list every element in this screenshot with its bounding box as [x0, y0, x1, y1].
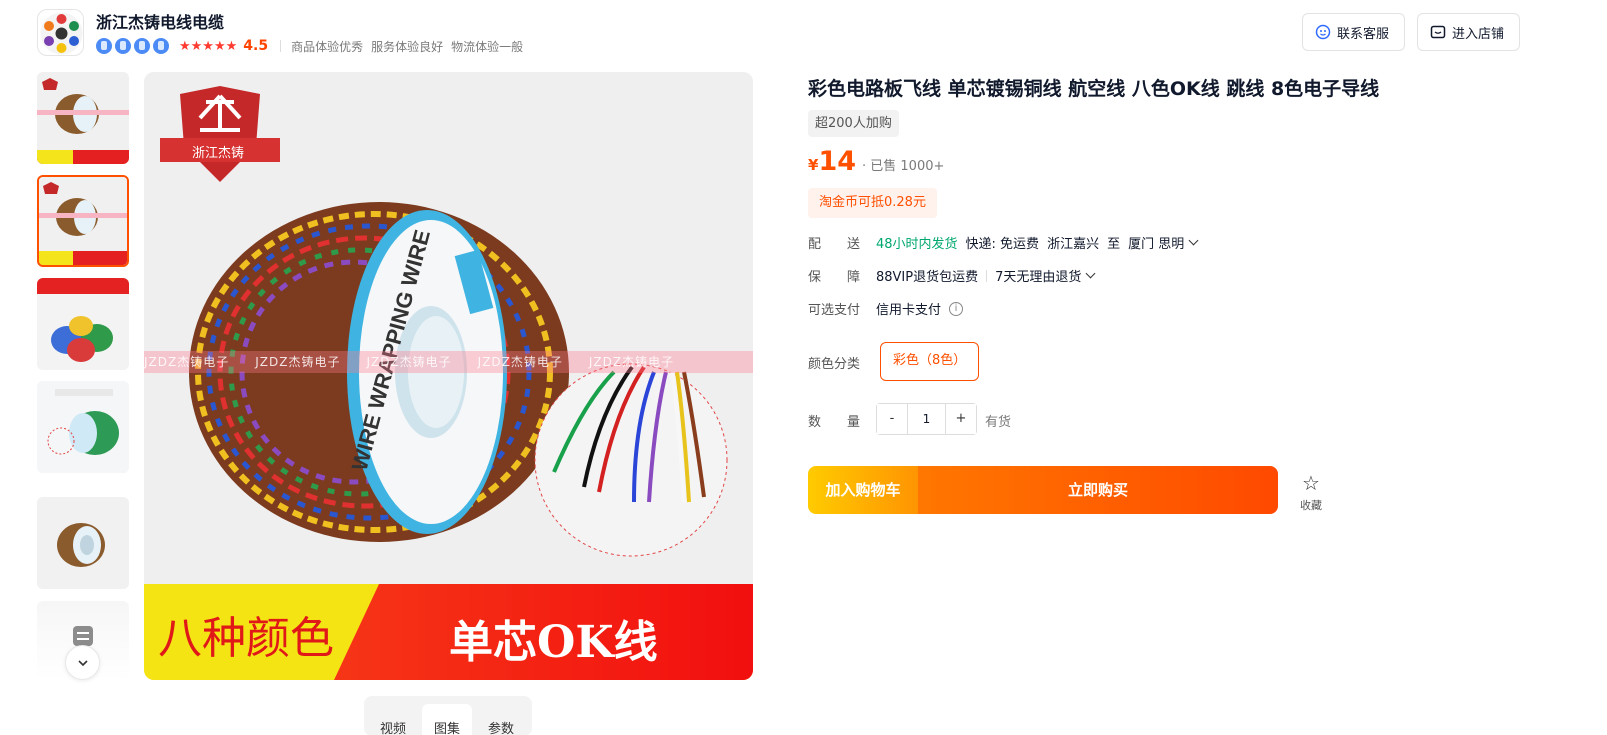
enter-store-label: 进入店铺: [1452, 26, 1505, 42]
buy-now-button[interactable]: 立即购买: [918, 466, 1278, 514]
currency-symbol: ¥: [808, 156, 819, 174]
rating-stars: ★★★★★: [179, 38, 238, 54]
level-badge-icon: [153, 38, 169, 54]
store-icon: [1430, 24, 1446, 40]
payment-row: 可选支付 信用卡支付 i: [808, 299, 964, 318]
info-icon[interactable]: i: [949, 301, 964, 316]
rating-score: 4.5: [243, 38, 269, 54]
stock-status: 有货: [985, 415, 1012, 430]
watermark-band: JZDZ杰铸电子 JZDZ杰铸电子 JZDZ杰铸电子 JZDZ杰铸电子 JZDZ…: [144, 351, 753, 373]
chevron-down-icon: [77, 659, 88, 666]
thumbnail-4[interactable]: [37, 381, 129, 473]
customer-service-icon: [1315, 24, 1331, 40]
delivery-label: 配 送: [808, 237, 861, 252]
filter-icon: [73, 626, 93, 646]
buy-bar: 加入购物车 立即购买: [808, 466, 1278, 514]
banner-right-text: 单芯OK线: [449, 617, 658, 668]
star-icon: ☆: [1302, 471, 1320, 495]
color-label-row: 颜色分类: [808, 353, 876, 372]
price-value: 14: [818, 146, 857, 177]
sold-count: · 已售 1000+: [862, 159, 945, 174]
brand-shield-text: 浙江杰铸: [192, 146, 245, 161]
thumbnail-5[interactable]: [37, 497, 129, 589]
delivery-fee: 快递: 免运费: [965, 237, 1040, 252]
main-product-image[interactable]: WIRE WRAPPING WIRE 浙江杰铸 JZDZ杰铸电子 JZDZ杰铸电…: [144, 72, 753, 680]
banner-left-text: 八种颜色: [158, 613, 334, 664]
thumbnail-scroll-down-button[interactable]: [65, 645, 100, 680]
chevron-down-icon[interactable]: [1188, 235, 1199, 246]
enter-store-button[interactable]: 进入店铺: [1417, 13, 1520, 51]
quantity-minus-button[interactable]: -: [877, 404, 907, 434]
coin-discount-tag: 淘金币可抵0.28元: [808, 188, 937, 218]
add-to-cart-button[interactable]: 加入购物车: [808, 466, 918, 514]
logistics-experience: 物流体验一般: [451, 39, 524, 54]
contact-service-button[interactable]: 联系客服: [1302, 13, 1405, 51]
shop-level-badges: [96, 38, 169, 54]
level-badge-icon: [115, 38, 131, 54]
tab-video[interactable]: 视频: [368, 704, 418, 735]
product-title: 彩色电路板飞线 单芯镀锡铜线 航空线 八色OK线 跳线 8色电子导线: [808, 78, 1380, 100]
color-label: 颜色分类: [808, 357, 861, 372]
delivery-row: 配 送 48小时内发货 快递: 免运费 浙江嘉兴 至 厦门 思明: [808, 233, 1199, 252]
quantity-input[interactable]: 1: [907, 404, 946, 434]
shop-name[interactable]: 浙江杰铸电线电缆: [96, 9, 224, 33]
product-page: 浙江杰铸电线电缆 ★★★★★ 4.5 商品体验优秀 服务体验良好 物流体验一般 …: [0, 0, 1607, 735]
sku-option-color[interactable]: 彩色（8色）: [880, 342, 980, 381]
favorite-label: 收藏: [1300, 499, 1322, 512]
delivery-speed: 48小时内发货: [876, 237, 958, 252]
payment-label: 可选支付: [808, 303, 861, 318]
quantity-stepper: - 1 +: [876, 403, 977, 435]
quantity-plus-button[interactable]: +: [946, 404, 976, 434]
divider: [280, 40, 282, 52]
guarantee-item-2[interactable]: 7天无理由退货: [995, 266, 1081, 285]
thumbnail-2[interactable]: [37, 175, 129, 267]
delivery-destination[interactable]: 厦门 思明: [1128, 233, 1184, 252]
contact-service-label: 联系客服: [1337, 26, 1390, 42]
quantity-label: 数 量: [808, 415, 861, 430]
quantity-label-row: 数 量: [808, 411, 876, 430]
shop-logo[interactable]: [37, 9, 84, 56]
delivery-from: 浙江嘉兴: [1047, 237, 1100, 252]
tab-params[interactable]: 参数: [476, 704, 526, 735]
payment-value: 信用卡支付: [876, 303, 942, 318]
guarantee-item-1: 88VIP退货包运费: [876, 270, 979, 285]
thumbnail-3[interactable]: [37, 278, 129, 370]
image-banner: 八种颜色 单芯OK线: [144, 584, 753, 680]
guarantee-row: 保 障 88VIP退货包运费 7天无理由退货: [808, 266, 1096, 285]
guarantee-label: 保 障: [808, 270, 861, 285]
chevron-down-icon[interactable]: [1085, 268, 1096, 279]
service-experience: 服务体验良好: [371, 39, 444, 54]
product-experience: 商品体验优秀: [291, 39, 364, 54]
shop-meta: ★★★★★ 4.5 商品体验优秀 服务体验良好 物流体验一般: [96, 37, 531, 55]
tab-gallery[interactable]: 图集: [422, 704, 473, 735]
media-tabs: 视频 图集 参数: [364, 696, 532, 735]
price-row: ¥ 14 · 已售 1000+: [808, 146, 944, 177]
level-badge-icon: [134, 38, 150, 54]
brand-shield-logo: [160, 86, 280, 182]
cart-count-tag: 超200人加购: [808, 110, 899, 137]
divider: [986, 269, 988, 282]
delivery-to-word: 至: [1107, 237, 1121, 252]
thumbnail-1[interactable]: [37, 72, 129, 164]
level-badge-icon: [96, 38, 112, 54]
favorite-button[interactable]: ☆ 收藏: [1296, 473, 1326, 513]
